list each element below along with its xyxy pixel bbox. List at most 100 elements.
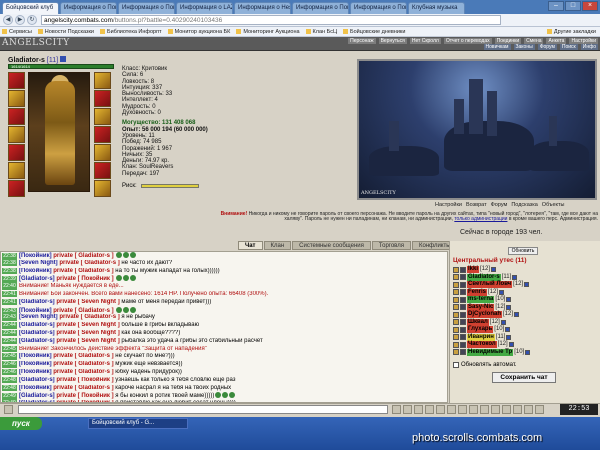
mail-icon[interactable] — [480, 405, 489, 414]
chat-author[interactable]: [Seven Night] — [19, 314, 58, 320]
bookmark[interactable]: Библиотека Инфорпт — [100, 29, 162, 35]
online-user[interactable]: Невидимые Тр [10] — [453, 348, 531, 356]
character-avatar[interactable] — [28, 72, 90, 192]
equipment-slot-armor[interactable] — [8, 144, 25, 161]
user-name[interactable]: Шквал — [467, 318, 489, 326]
online-user[interactable]: ms-terna [10] — [453, 296, 512, 304]
browser-tab[interactable]: Информация о Пон — [60, 2, 117, 14]
browser-tab[interactable]: Информация о Пон — [118, 2, 175, 14]
help-icon[interactable] — [524, 405, 533, 414]
chat-timestamp[interactable]: 22:45 — [2, 345, 17, 353]
info-icon[interactable] — [506, 297, 512, 303]
private-icon[interactable] — [453, 326, 459, 333]
equipment-slot-helmet[interactable] — [8, 72, 25, 89]
chat-timestamp[interactable]: 22:44 — [2, 329, 17, 337]
equipment-slot-leggings[interactable] — [94, 126, 111, 143]
user-name[interactable]: Ikki — [467, 266, 480, 274]
menu-item[interactable]: Новичкам — [483, 44, 511, 50]
chat-private-target[interactable]: private [ Seven Night ] — [56, 330, 119, 336]
online-user[interactable]: Светлый Ловч [12] — [453, 281, 530, 289]
chat-log[interactable]: 22:38 [Покойник] private [ Gladiator-s ] … — [0, 251, 448, 403]
chat-private-target[interactable]: private [ Gladiator-s ] — [53, 361, 113, 367]
private-icon[interactable] — [453, 289, 459, 296]
exit-icon[interactable] — [535, 405, 544, 414]
chat-private-target[interactable]: private [ Gladiator-s ] — [53, 268, 113, 274]
browser-tab[interactable]: Бойцовский клуб — [2, 2, 59, 14]
character-name[interactable]: Gladiator-s [11] — [8, 56, 67, 64]
chat-timestamp[interactable]: 22:48 — [2, 384, 17, 392]
friends-icon[interactable] — [491, 405, 500, 414]
info-icon[interactable] — [491, 267, 497, 273]
online-user[interactable]: Sasy-Nic [12] — [453, 303, 512, 311]
refresh-button[interactable]: Обновить — [508, 247, 538, 255]
scene-menu-item[interactable]: Объекты — [542, 202, 565, 208]
minimize-button[interactable]: – — [548, 1, 564, 11]
clear-icon[interactable] — [403, 405, 412, 414]
browser-tab[interactable]: Информация о Пон — [292, 2, 349, 14]
send-icon[interactable] — [392, 405, 401, 414]
tab-system[interactable]: Системные сообщения — [292, 241, 371, 250]
browser-tab[interactable]: Информация о Пон — [350, 2, 407, 14]
equipment-slot-ring[interactable] — [8, 180, 25, 197]
forward-icon[interactable]: ▶ — [15, 15, 25, 25]
chat-timestamp[interactable]: 22:39 — [2, 276, 17, 283]
chat-timestamp[interactable]: 22:45 — [2, 353, 17, 360]
chat-private-target[interactable]: private [ Seven Night ] — [56, 338, 119, 344]
info-icon[interactable] — [508, 342, 514, 348]
info-icon[interactable] — [506, 334, 512, 340]
user-name[interactable]: Gladiator-s — [467, 273, 501, 281]
user-name[interactable]: ms-terna — [467, 296, 495, 304]
equipment-slot-belt[interactable] — [8, 162, 25, 179]
bookmark[interactable]: Монитор аукциона БК — [168, 29, 231, 35]
tab-clan[interactable]: Клан — [263, 241, 292, 250]
equipment-slot-bracers[interactable] — [94, 108, 111, 125]
menu-item[interactable]: Законы — [513, 44, 535, 50]
user-name[interactable]: Светлый Ловч — [467, 281, 513, 289]
chat-timestamp[interactable]: 22:46 — [2, 368, 17, 376]
info-icon[interactable] — [505, 327, 511, 333]
translit-icon[interactable] — [414, 405, 423, 414]
chat-private-target[interactable]: private [ Gladiator-s ] — [53, 369, 113, 375]
private-icon[interactable] — [453, 296, 459, 303]
private-icon[interactable] — [453, 319, 459, 326]
chat-author[interactable]: [Gladiator-s] — [19, 276, 55, 282]
chat-timestamp[interactable]: 22:41 — [2, 298, 17, 306]
save-chat-button[interactable]: Сохранить чат — [492, 372, 556, 383]
location-scene[interactable] — [357, 59, 597, 200]
private-icon[interactable] — [453, 341, 459, 348]
info-icon[interactable] — [500, 319, 506, 325]
online-user[interactable]: Иванрин [11] — [453, 333, 512, 341]
chat-private-target[interactable]: private [ Покойник ] — [56, 393, 113, 399]
user-name[interactable]: Невидимые Тр — [467, 348, 514, 356]
chat-timestamp[interactable]: 22:49 — [2, 393, 17, 400]
filter-icon[interactable] — [425, 405, 434, 414]
map-icon[interactable] — [458, 405, 467, 414]
online-user[interactable]: Fenris [12] — [453, 288, 505, 296]
chat-author[interactable]: [Покойник] — [19, 308, 52, 314]
equipment-slot-weapon[interactable] — [8, 126, 25, 143]
url-field[interactable]: angelscity.combats.com/buttons.pl?battle… — [41, 15, 501, 25]
online-user[interactable]: Частокол [12] — [453, 341, 514, 349]
menu-item[interactable]: Форум — [537, 44, 557, 50]
chat-timestamp[interactable]: 22:38 — [2, 253, 17, 260]
smile-icon[interactable] — [4, 405, 13, 414]
chat-author[interactable]: [Seven Night] — [19, 260, 58, 266]
equipment-slot-offhand[interactable] — [94, 144, 111, 161]
private-icon[interactable] — [453, 274, 459, 281]
chat-timestamp[interactable]: 22:41 — [2, 290, 17, 298]
online-user[interactable]: Ikki [12] — [453, 266, 497, 274]
chat-author[interactable]: [Gladiator-s] — [19, 338, 55, 344]
chat-private-target[interactable]: private [ Seven Night ] — [56, 299, 119, 305]
chat-private-target[interactable]: private [ Покойник ] — [56, 377, 113, 383]
scene-menu-item[interactable]: Настройки — [435, 202, 462, 208]
chat-private-target[interactable]: private [ Gladiator-s ] — [53, 308, 113, 314]
chat-timestamp[interactable]: 22:43 — [2, 314, 17, 321]
browser-tab[interactable]: Клубная музыка — [408, 2, 465, 14]
private-icon[interactable] — [453, 311, 459, 318]
chat-private-target[interactable]: private [ Покойник ] — [56, 276, 113, 282]
taskbar-window[interactable]: Бойцовский клуб - G... — [88, 418, 188, 429]
chat-timestamp[interactable]: 22:38 — [2, 267, 17, 275]
info-icon[interactable] — [506, 304, 512, 310]
chat-timestamp[interactable]: 22:44 — [2, 337, 17, 345]
chat-private-target[interactable]: private [ Gladiator-s ] — [53, 253, 113, 259]
